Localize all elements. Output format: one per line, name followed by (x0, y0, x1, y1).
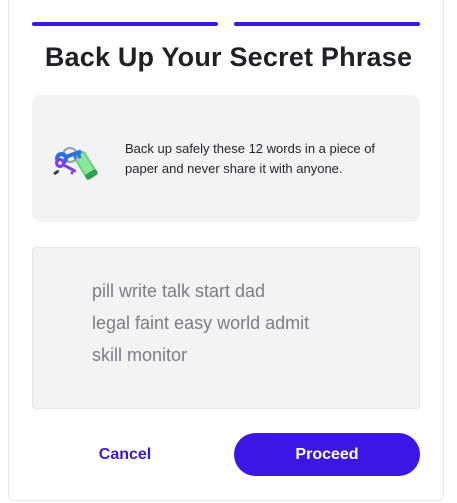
secret-phrase-line: skill monitor (92, 345, 188, 365)
info-text: Back up safely these 12 words in a piece… (125, 141, 376, 176)
progress-step-1 (32, 22, 218, 26)
progress-bar (32, 22, 420, 26)
progress-step-2 (234, 22, 420, 26)
secret-phrase-list: pill write talk start dad legal faint ea… (92, 275, 309, 371)
proceed-button[interactable]: Proceed (234, 433, 420, 476)
secret-phrase-box: pill write talk start dad legal faint ea… (32, 247, 420, 409)
info-card: Back up safely these 12 words in a piece… (32, 95, 420, 222)
page-title: Back Up Your Secret Phrase (44, 42, 413, 72)
secret-phrase-line: legal faint easy world admit (92, 313, 310, 333)
secret-phrase-line: pill write talk start dad (92, 281, 266, 301)
keys-icon (48, 135, 106, 187)
cancel-button[interactable]: Cancel (80, 434, 170, 476)
